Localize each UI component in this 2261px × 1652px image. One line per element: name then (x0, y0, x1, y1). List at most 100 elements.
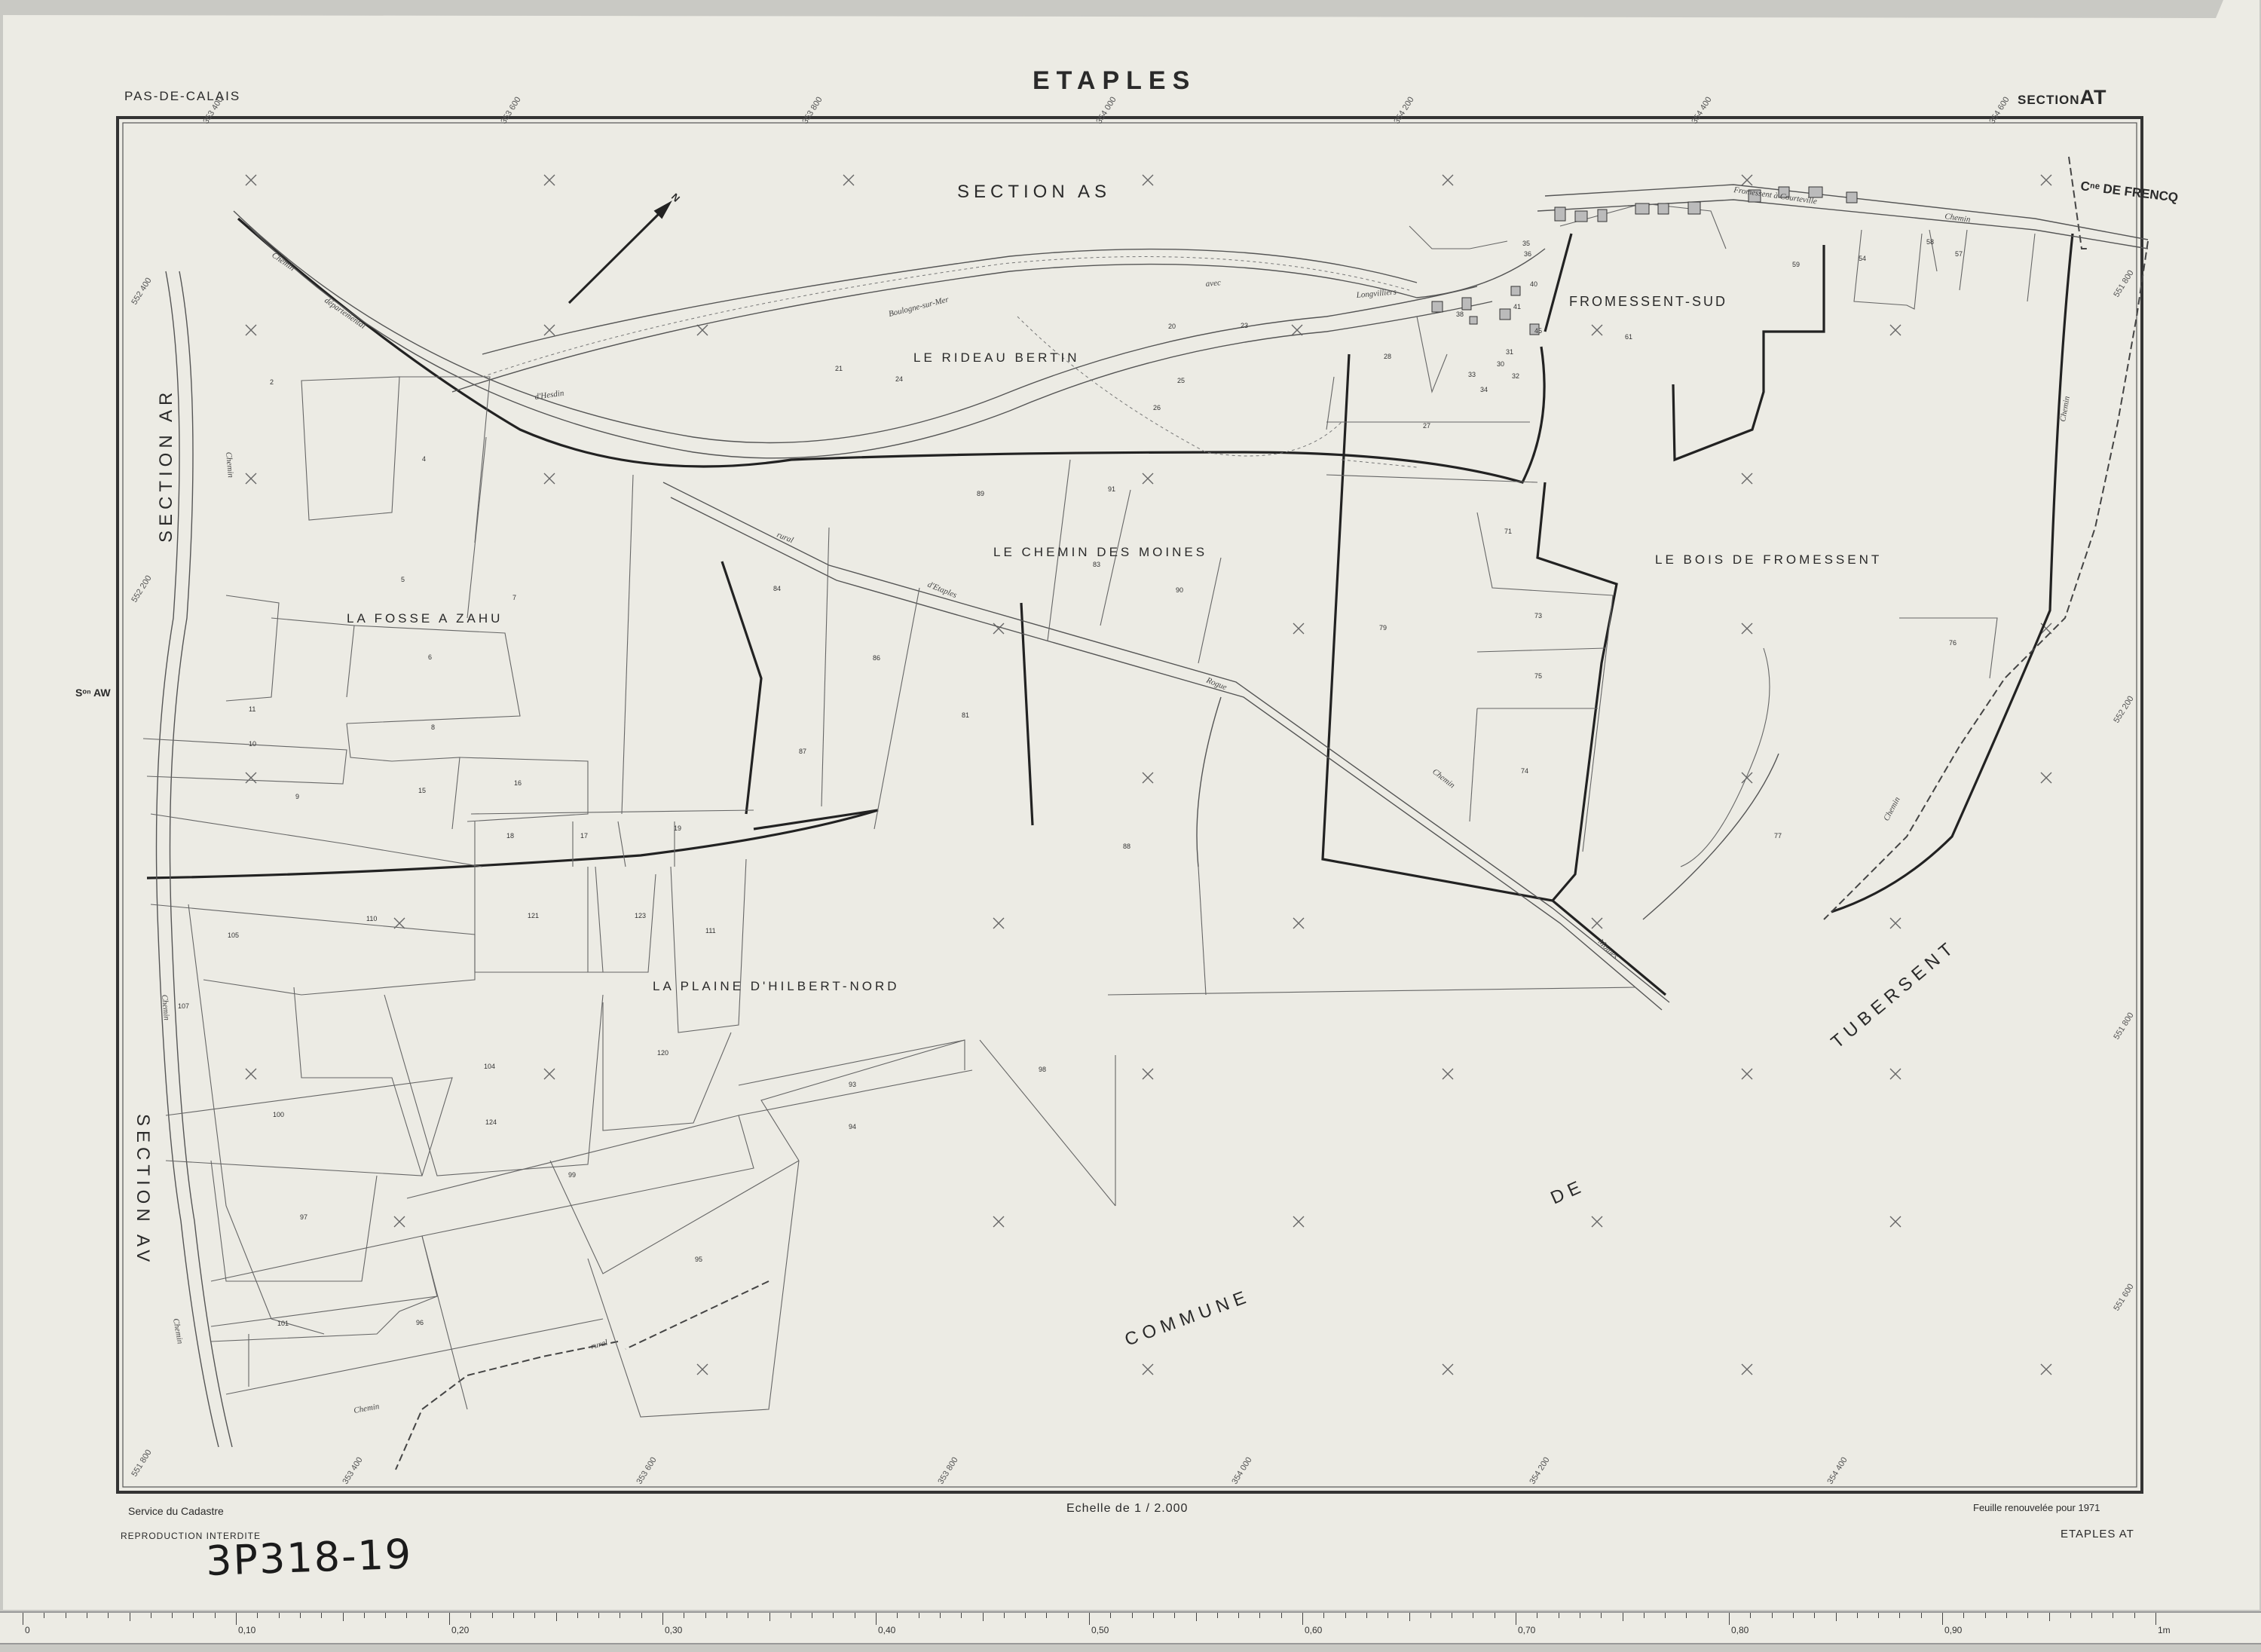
ruler-tick (108, 1613, 109, 1618)
ruler-tick (555, 1613, 557, 1621)
parcel-number: 79 (1379, 624, 1387, 632)
ruler-tick (236, 1613, 237, 1625)
parcel-number: 9 (295, 793, 299, 800)
parcel-number: 99 (568, 1171, 576, 1179)
ruler-tick (1792, 1613, 1794, 1618)
ruler-tick (939, 1613, 941, 1618)
ruler-tick (1216, 1613, 1218, 1618)
ruler-tick (833, 1613, 834, 1618)
parcel-number: 74 (1521, 767, 1528, 775)
ruler-tick (193, 1613, 194, 1618)
label-chemin-moines: LE CHEMIN DES MOINES (993, 545, 1207, 559)
ruler-label: 0,90 (1944, 1625, 1963, 1635)
parcel-number: 98 (1039, 1066, 1046, 1073)
parcel-number: 101 (277, 1320, 289, 1327)
ruler-tick (1750, 1613, 1752, 1618)
parcel-number: 107 (178, 1002, 189, 1010)
ruler-tick (534, 1613, 536, 1618)
ruler-tick (2155, 1613, 2156, 1625)
ruler-label: 0,80 (1731, 1625, 1749, 1635)
svg-text:avec: avec (1205, 278, 1221, 289)
parcel-number: 89 (977, 490, 984, 497)
ruler-label: 0,30 (665, 1625, 683, 1635)
archive-handwritten-ref: 3P318-19 (205, 1530, 414, 1585)
ruler-tick (662, 1613, 663, 1625)
ruler-tick (1238, 1613, 1240, 1618)
parcel-number: 123 (635, 912, 646, 919)
ruler-tick (214, 1613, 216, 1618)
ruler-tick (2048, 1613, 2050, 1621)
cadastral-map: Chemin départemental d'Hesdin Boulogne-s… (3, 0, 2259, 1610)
section-label: SECTIONAT (2018, 86, 2107, 109)
label-plaine-hilbert: LA PLAINE D'HILBERT-NORD (653, 979, 900, 993)
parcel-number: 76 (1949, 639, 1957, 647)
ruler-tick (1984, 1613, 1986, 1618)
ruler-tick (491, 1613, 493, 1618)
parcel-number: 54 (1859, 255, 1866, 262)
parcel-number: 90 (1176, 586, 1183, 594)
ruler-tick (1089, 1613, 1090, 1625)
ruler-tick (1963, 1613, 1965, 1618)
parcel-number: 15 (418, 787, 426, 794)
parcel-number: 16 (514, 779, 522, 787)
parcel-number: 21 (835, 365, 843, 372)
parcel-number: 20 (1168, 323, 1176, 330)
ruler-tick (2006, 1613, 2007, 1618)
ruler-tick (1729, 1613, 1730, 1625)
renewal-note: Feuille renouvelée pour 1971 (1973, 1502, 2100, 1513)
label-bois-fromessent: LE BOIS DE FROMESSENT (1655, 552, 1882, 567)
parcel-number: 105 (228, 932, 239, 939)
ruler-tick (641, 1613, 642, 1618)
ruler-tick (1280, 1613, 1282, 1618)
parcel-number: 10 (249, 740, 256, 748)
label-section-ar: SECTION AR (156, 388, 176, 543)
label-fosse-zahu: LA FOSSE A ZAHU (347, 611, 503, 626)
ruler-tick (1366, 1613, 1367, 1618)
label-fromessent-sud: FROMESSENT-SUD (1569, 294, 1727, 309)
ruler-tick (1003, 1613, 1005, 1618)
ruler-tick (577, 1613, 578, 1618)
sheet-reference: ETAPLES AT (2061, 1528, 2134, 1540)
scale-label: Echelle de 1 / 2.000 (1066, 1502, 1189, 1515)
ruler-tick (897, 1613, 898, 1618)
parcel-number: 124 (485, 1118, 497, 1126)
parcel-number: 75 (1534, 672, 1542, 680)
ruler-tick (1174, 1613, 1176, 1618)
ruler-tick (1942, 1613, 1943, 1625)
ruler-tick (1899, 1613, 1901, 1618)
parcel-number: 45 (1534, 327, 1542, 335)
parcel-number: 27 (1423, 422, 1430, 430)
parcel-number: 17 (580, 832, 588, 840)
label-section-av: SECTION AV (133, 1114, 153, 1266)
parcel-number: 30 (1497, 360, 1504, 368)
parcel-number: 38 (1456, 311, 1464, 318)
section-code: AT (2079, 86, 2107, 109)
ruler-tick (406, 1613, 408, 1618)
ruler-tick (1025, 1613, 1026, 1618)
parcel-number: 104 (484, 1063, 495, 1070)
parcel-number: 19 (674, 824, 681, 832)
ruler-tick (363, 1613, 365, 1618)
label-rideau-bertin: LE RIDEAU BERTIN (913, 350, 1080, 365)
ruler-tick (598, 1613, 600, 1618)
ruler-label: 0,10 (238, 1625, 256, 1635)
parcel-number: 41 (1513, 303, 1521, 311)
parcel-number: 28 (1384, 353, 1391, 360)
parcel-number: 57 (1955, 250, 1963, 258)
ruler-tick (385, 1613, 387, 1618)
ruler-tick (1643, 1613, 1645, 1618)
parcel-number: 26 (1153, 404, 1161, 411)
ruler-tick (1920, 1613, 1922, 1618)
parcel-number: 77 (1774, 832, 1782, 840)
parcel-number: 7 (512, 594, 516, 601)
ruler-tick (1430, 1613, 1431, 1618)
ruler-tick (278, 1613, 280, 1618)
ruler-tick (342, 1613, 344, 1621)
ruler-tick (769, 1613, 770, 1621)
parcel-number: 121 (528, 912, 539, 919)
ruler-tick (1195, 1613, 1197, 1621)
map-title: ETAPLES (1033, 66, 1197, 95)
ruler-tick (1835, 1613, 1837, 1621)
parcel-number: 33 (1468, 371, 1476, 378)
parcel-number: 25 (1177, 377, 1185, 384)
